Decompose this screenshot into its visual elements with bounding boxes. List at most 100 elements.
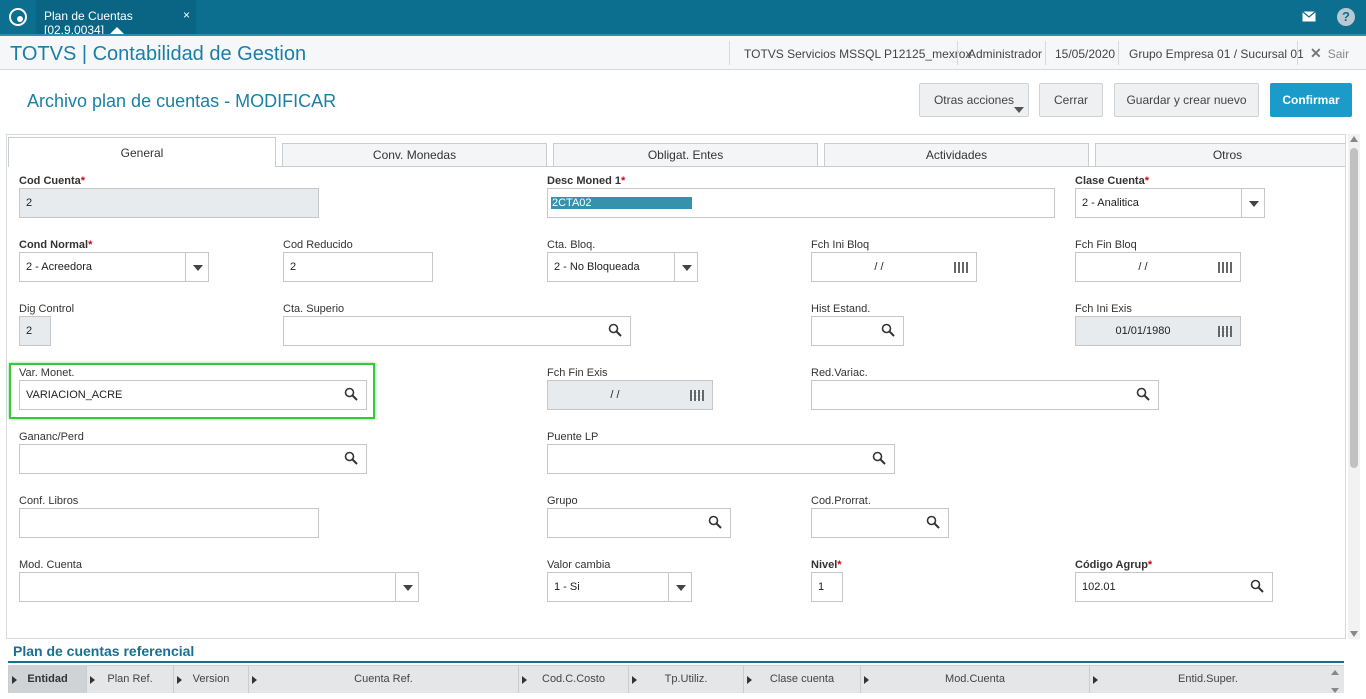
chevron-down-icon[interactable] xyxy=(185,253,208,281)
tab-otros[interactable]: Otros xyxy=(1095,143,1345,167)
cta-superio-field[interactable] xyxy=(283,316,631,346)
grupo-label: Grupo xyxy=(547,495,578,507)
scroll-down-icon[interactable] xyxy=(1350,631,1358,637)
tab-actividades[interactable]: Actividades xyxy=(824,143,1089,167)
cod-prorrat-field[interactable] xyxy=(811,508,949,538)
app-title: TOTVS | Contabilidad de Gestion xyxy=(10,43,307,65)
expand-arrow-icon xyxy=(522,676,527,684)
valor-cambia-select[interactable]: 1 - Si xyxy=(547,572,692,602)
other-actions-button[interactable]: Otras acciones xyxy=(919,83,1029,117)
search-icon[interactable] xyxy=(1136,387,1150,401)
form-scrollbar[interactable] xyxy=(1348,134,1360,639)
mod-cuenta-select[interactable] xyxy=(19,572,419,602)
close-icon: ✕ xyxy=(1310,45,1322,61)
chevron-down-icon[interactable] xyxy=(1241,189,1264,217)
grid-col-clase-cuenta[interactable]: Clase cuenta xyxy=(743,666,860,693)
calendar-icon[interactable] xyxy=(1218,326,1232,337)
grupo-field[interactable] xyxy=(547,508,731,538)
grid-col-mod-cuenta[interactable]: Mod.Cuenta xyxy=(860,666,1089,693)
search-icon[interactable] xyxy=(926,515,940,529)
dig-control-label: Dig Control xyxy=(19,303,75,315)
exit-label: Sair xyxy=(1327,47,1350,61)
tab-general[interactable]: General xyxy=(8,137,276,167)
fch-ini-exis-field[interactable]: 01/01/1980 xyxy=(1075,316,1241,346)
exit-button[interactable]: ✕ Sair xyxy=(1310,45,1349,62)
search-icon[interactable] xyxy=(1250,579,1264,593)
nivel-field[interactable]: 1 xyxy=(811,572,843,602)
app-header: TOTVS | Contabilidad de Gestion TOTVS Se… xyxy=(0,34,1366,70)
mail-icon[interactable] xyxy=(1296,9,1322,27)
grid-col-entid-super[interactable]: Entid.Super. xyxy=(1089,666,1326,693)
expand-arrow-icon xyxy=(864,676,869,684)
cta-bloq-select[interactable]: 2 - No Bloqueada xyxy=(547,252,698,282)
chevron-down-icon xyxy=(1014,107,1024,113)
puente-lp-field[interactable] xyxy=(547,444,895,474)
search-icon[interactable] xyxy=(881,323,895,337)
search-icon[interactable] xyxy=(708,515,722,529)
fch-fin-exis-label: Fch Fin Exis xyxy=(547,367,608,379)
fch-fin-bloq-field[interactable]: / / xyxy=(1075,252,1241,282)
search-icon[interactable] xyxy=(344,387,358,401)
chevron-down-icon[interactable] xyxy=(668,573,691,601)
cod-prorrat-label: Cod.Prorrat. xyxy=(811,495,871,507)
close-button[interactable]: Cerrar xyxy=(1039,83,1103,117)
conf-libros-label: Conf. Libros xyxy=(19,495,79,507)
desc-moned1-field[interactable]: 2CTA02 xyxy=(547,188,1055,218)
var-monet-field[interactable]: VARIACION_ACRE xyxy=(19,380,367,410)
search-icon[interactable] xyxy=(608,323,622,337)
hist-estand-field[interactable] xyxy=(811,316,904,346)
save-and-new-button[interactable]: Guardar y crear nuevo xyxy=(1114,83,1259,117)
chevron-down-icon[interactable] xyxy=(674,253,697,281)
calendar-icon[interactable] xyxy=(1218,262,1232,273)
fch-ini-bloq-field[interactable]: / / xyxy=(811,252,977,282)
search-icon[interactable] xyxy=(872,451,886,465)
fch-ini-exis-label: Fch Ini Exis xyxy=(1075,303,1132,315)
active-tab-caret-icon xyxy=(110,27,124,34)
cod-reducido-field[interactable]: 2 xyxy=(283,252,433,282)
desc-moned1-value: 2CTA02 xyxy=(551,197,692,209)
window-tab[interactable]: Plan de Cuentas [02.9.0034] × xyxy=(36,0,196,37)
search-icon[interactable] xyxy=(344,451,358,465)
expand-arrow-icon xyxy=(90,676,95,684)
var-monet-label: Var. Monet. xyxy=(19,367,75,379)
dig-control-field[interactable]: 2 xyxy=(19,316,51,346)
expand-arrow-icon xyxy=(177,676,182,684)
scroll-down-icon[interactable] xyxy=(1331,688,1339,693)
page-header: Archivo plan de cuentas - MODIFICAR Otra… xyxy=(0,70,1366,130)
scroll-up-icon[interactable] xyxy=(1331,670,1339,675)
totvs-logo-icon[interactable] xyxy=(9,8,27,26)
conf-libros-field[interactable] xyxy=(19,508,319,538)
close-tab-icon[interactable]: × xyxy=(183,8,190,22)
user-info: Administrador xyxy=(968,47,1043,61)
fch-fin-exis-field[interactable]: / / xyxy=(547,380,713,410)
scroll-up-icon[interactable] xyxy=(1350,136,1358,142)
red-variac-label: Red.Variac. xyxy=(811,367,868,379)
grid-col-entidad[interactable]: Entidad xyxy=(8,666,86,693)
grid-col-plan-ref[interactable]: Plan Ref. xyxy=(86,666,173,693)
cod-cuenta-field[interactable]: 2 xyxy=(19,188,319,218)
tab-obligat-entes[interactable]: Obligat. Entes xyxy=(553,143,818,167)
codigo-agrup-field[interactable]: 102.01 xyxy=(1075,572,1273,602)
calendar-icon[interactable] xyxy=(690,390,704,401)
grid-col-tp-utiliz[interactable]: Tp.Utiliz. xyxy=(628,666,743,693)
tab-conv-monedas[interactable]: Conv. Monedas xyxy=(282,143,547,167)
cond-normal-select[interactable]: 2 - Acreedora xyxy=(19,252,209,282)
grid-col-cod-c-costo[interactable]: Cod.C.Costo xyxy=(518,666,628,693)
help-icon[interactable]: ? xyxy=(1337,8,1355,26)
gananc-perd-field[interactable] xyxy=(19,444,367,474)
clase-cuenta-select[interactable]: 2 - Analitica xyxy=(1075,188,1265,218)
scrollbar-thumb[interactable] xyxy=(1350,148,1358,468)
divider xyxy=(729,41,730,65)
expand-arrow-icon xyxy=(747,676,752,684)
valor-cambia-label: Valor cambia xyxy=(547,559,611,571)
confirm-button[interactable]: Confirmar xyxy=(1270,83,1352,117)
calendar-icon[interactable] xyxy=(954,262,968,273)
grid-col-cuenta-ref[interactable]: Cuenta Ref. xyxy=(248,666,518,693)
expand-arrow-icon xyxy=(1093,676,1098,684)
grid-scrollbar[interactable] xyxy=(1328,668,1342,698)
chevron-down-icon[interactable] xyxy=(395,573,418,601)
expand-arrow-icon xyxy=(632,676,637,684)
grid-col-version[interactable]: Version xyxy=(173,666,248,693)
divider xyxy=(1297,41,1298,65)
red-variac-field[interactable] xyxy=(811,380,1159,410)
